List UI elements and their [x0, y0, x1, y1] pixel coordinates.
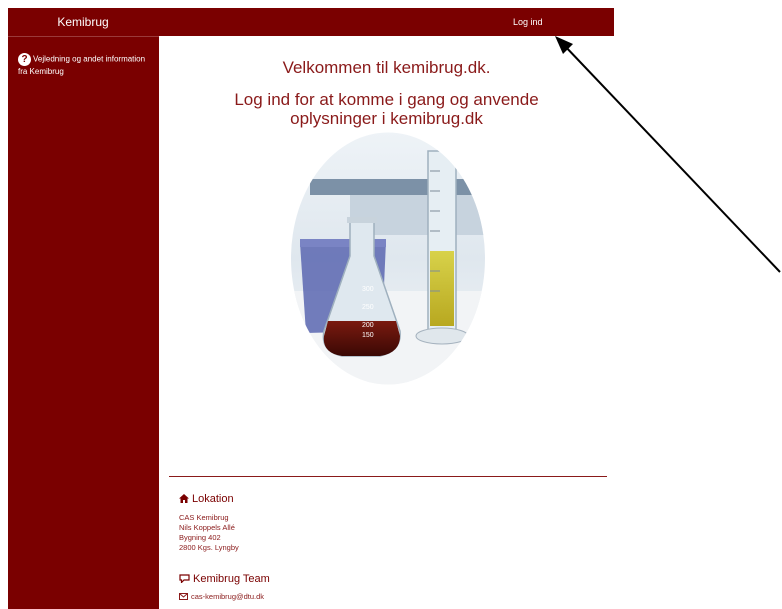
location-title: Lokation [192, 493, 234, 505]
welcome-heading: Velkommen til kemibrug.dk. [282, 58, 491, 77]
main-content: Velkommen til kemibrug.dk. Log ind for a… [159, 36, 614, 608]
home-icon [179, 494, 189, 503]
sidebar-item-guidance[interactable]: ? Vejledning og andet information fra Kem… [18, 53, 153, 78]
sidebar-item-label: Vejledning og andet information fra Kemi… [18, 54, 146, 76]
team-heading: Kemibrug Team [179, 573, 270, 585]
top-navbar: Kemibrug Log ind [8, 8, 614, 36]
svg-text:250: 250 [362, 304, 374, 311]
login-link[interactable]: Log ind [513, 8, 543, 36]
envelope-icon [179, 593, 188, 600]
location-address: CAS Kemibrug Nils Koppels Allé Bygning 4… [179, 513, 239, 553]
team-email-link[interactable]: cas-kemibrug@dtu.dk [179, 592, 264, 601]
svg-text:150: 150 [362, 332, 374, 339]
location-heading: Lokation [179, 493, 234, 505]
team-title: Kemibrug Team [193, 573, 270, 585]
brand-link[interactable]: Kemibrug [8, 8, 158, 36]
address-line: Nils Koppels Allé [179, 523, 235, 532]
address-line: CAS Kemibrug [179, 513, 229, 522]
question-circle-icon: ? [18, 53, 31, 66]
footer-divider [169, 476, 607, 477]
address-line: Bygning 402 [179, 533, 221, 542]
lab-glassware-image: 300 250 200 150 [291, 132, 485, 385]
team-email: cas-kemibrug@dtu.dk [191, 592, 265, 601]
sidebar: ? Vejledning og andet information fra Kem… [8, 36, 159, 609]
svg-text:300: 300 [362, 286, 374, 293]
login-prompt: Log ind for at komme i gang og anvende o… [234, 90, 539, 128]
address-line: 2800 Kgs. Lyngby [179, 543, 239, 552]
chat-icon [179, 574, 190, 583]
app-window: Kemibrug Log ind ? Vejledning og andet in… [8, 8, 614, 609]
svg-text:200: 200 [362, 322, 374, 329]
